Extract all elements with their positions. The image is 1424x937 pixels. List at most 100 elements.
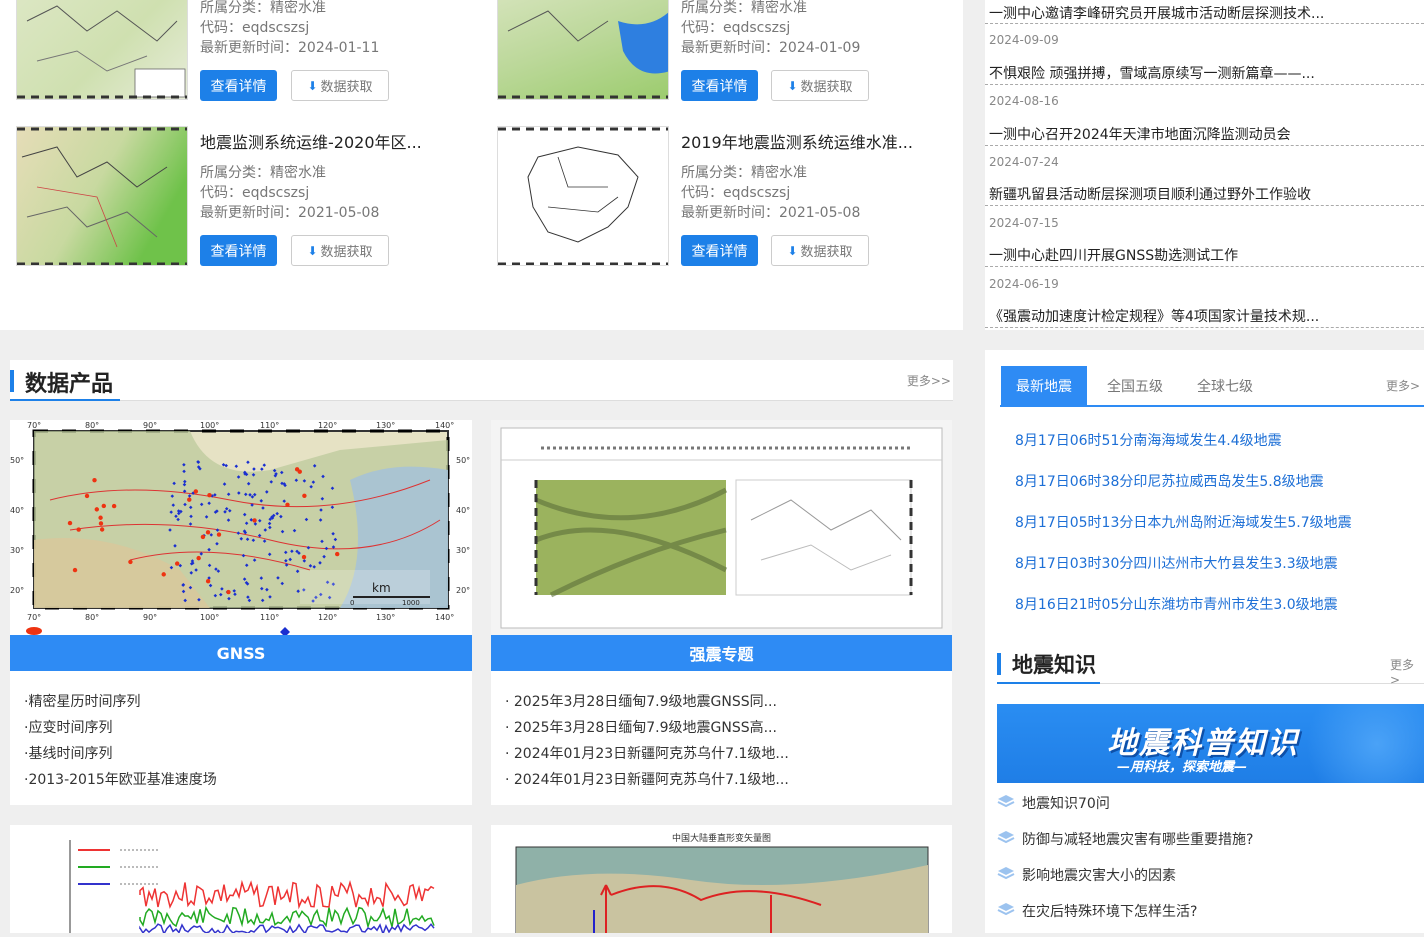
banner-decor: [1297, 704, 1424, 783]
divider: [985, 266, 1424, 267]
dataset-thumbnail[interactable]: [16, 0, 188, 100]
dataset-updated: 最新更新时间：2021-05-08: [200, 205, 380, 221]
news-item[interactable]: 《强震动加速度计检定规程》等4项国家计量技术规...: [989, 306, 1319, 326]
lon-tick: 130°: [376, 613, 395, 622]
lon-tick: 110°: [260, 421, 279, 430]
lon-tick: 80°: [85, 421, 99, 430]
gnss-link[interactable]: ·应变时间序列: [24, 717, 112, 737]
knowledge-item[interactable]: 影响地震灾害大小的因素: [1022, 865, 1176, 885]
knowledge-item[interactable]: 在灾后特殊环境下怎样生活?: [1022, 901, 1197, 921]
dataset-thumbnail[interactable]: [497, 126, 669, 266]
lon-tick: 140°: [435, 613, 454, 622]
gnss-link[interactable]: ·基线时间序列: [24, 743, 112, 763]
dataset-category: 所属分类：精密水准: [681, 0, 807, 16]
strong-quake-link[interactable]: · 2025年3月28日缅甸7.9级地震GNSS同...: [505, 691, 777, 711]
earthquake-panel: 最新地震 全国五级 全球七级 更多> 8月17日06时51分南海海域发生4.4级…: [985, 350, 1424, 933]
data-products-header: 数据产品 更多>>: [10, 360, 953, 401]
download-icon: ⬇: [787, 243, 798, 258]
tab-national-m5[interactable]: 全国五级: [1093, 366, 1177, 405]
lat-tick: 30°: [456, 546, 470, 555]
news-item[interactable]: 一测中心邀请李峰研究员开展城市活动断层探测技术...: [989, 3, 1324, 23]
tab-global-m7[interactable]: 全球七级: [1183, 366, 1267, 405]
dataset-code: 代码：eqdscszsj: [681, 185, 791, 201]
dataset-list: 所属分类：精密水准 代码：eqdscszsj 最新更新时间：2024-01-11…: [0, 0, 963, 330]
lon-tick: 120°: [318, 421, 337, 430]
news-item[interactable]: 一测中心召开2024年天津市地面沉降监测动员会: [989, 124, 1291, 144]
strong-quake-label-bar[interactable]: 强震专题: [491, 635, 952, 671]
section-underline: [10, 399, 120, 401]
map-scale-start: 0: [350, 599, 354, 607]
lon-tick: 120°: [318, 613, 337, 622]
lon-tick: 70°: [27, 421, 41, 430]
lat-tick: 40°: [456, 506, 470, 515]
dataset-thumbnail[interactable]: [497, 0, 669, 100]
dataset-updated: 最新更新时间：2021-05-08: [681, 205, 861, 221]
more-link[interactable]: 更多>: [1390, 656, 1424, 687]
layers-icon: [997, 867, 1015, 880]
time-series-card: [10, 825, 472, 937]
lon-tick: 130°: [376, 421, 395, 430]
dataset-category: 所属分类：精密水准: [200, 165, 326, 181]
lat-tick: 30°: [10, 546, 24, 555]
divider: [985, 145, 1424, 146]
lon-tick: 90°: [143, 613, 157, 622]
earthquake-item[interactable]: 8月17日06时51分南海海域发生4.4级地震: [1015, 430, 1282, 450]
earthquake-item[interactable]: 8月17日03时30分四川达州市大竹县发生3.3级地震: [1015, 553, 1338, 573]
divider: [985, 327, 1424, 328]
lat-tick: 20°: [10, 586, 24, 595]
dataset-category: 所属分类：精密水准: [200, 0, 326, 16]
news-item[interactable]: 一测中心赴四川开展GNSS勘选测试工作: [989, 245, 1238, 265]
data-download-button[interactable]: ⬇ 数据获取: [291, 70, 389, 101]
time-series-image[interactable]: [10, 825, 472, 937]
lat-tick: 50°: [456, 456, 470, 465]
section-title: 数据产品: [25, 372, 114, 397]
more-link[interactable]: 更多>: [1386, 377, 1420, 394]
lat-tick: 40°: [10, 506, 24, 515]
knowledge-item[interactable]: 地震知识70问: [1022, 793, 1110, 813]
news-date: 2024-08-16: [989, 94, 1059, 108]
news-date: 2024-07-24: [989, 155, 1059, 169]
strong-quake-link[interactable]: · 2024年01月23日新疆阿克苏乌什7.1级地...: [505, 769, 789, 789]
strong-quake-link[interactable]: · 2025年3月28日缅甸7.9级地震GNSS高...: [505, 717, 777, 737]
strong-quake-link[interactable]: · 2024年01月23日新疆阿克苏乌什7.1级地...: [505, 743, 789, 763]
lon-tick: 100°: [200, 421, 219, 430]
knowledge-banner[interactable]: 地震科普知识 —用科技，探索地震—: [997, 704, 1424, 783]
gnss-link[interactable]: ·2013-2015年欧亚基准速度场: [24, 769, 217, 789]
view-details-button[interactable]: 查看详情: [681, 235, 758, 266]
section-marker: [10, 370, 14, 392]
data-download-button[interactable]: ⬇ 数据获取: [771, 235, 869, 266]
gnss-link[interactable]: ·精密星历时间序列: [24, 691, 140, 711]
dataset-title[interactable]: 2019年地震监测系统运维水准...: [681, 129, 913, 153]
news-item[interactable]: 新疆巩留县活动断层探测项目顺利通过野外工作验收: [989, 184, 1311, 204]
knowledge-item[interactable]: 防御与减轻地震灾害有哪些重要措施?: [1022, 829, 1253, 849]
news-date: 2024-07-15: [989, 216, 1059, 230]
data-download-button[interactable]: ⬇ 数据获取: [291, 235, 389, 266]
dataset-title[interactable]: 地震监测系统运维-2020年区...: [200, 129, 422, 153]
vector-map-image[interactable]: [491, 825, 952, 933]
earthquake-item[interactable]: 8月16日21时05分山东潍坊市青州市发生3.0级地震: [1015, 594, 1338, 614]
layers-icon: [997, 831, 1015, 844]
earthquake-item[interactable]: 8月17日05时13分日本九州岛附近海域发生5.7级地震: [1015, 512, 1352, 532]
view-details-button[interactable]: 查看详情: [681, 70, 758, 101]
view-details-button[interactable]: 查看详情: [200, 70, 277, 101]
dataset-thumbnail[interactable]: [16, 126, 188, 266]
dataset-code: 代码：eqdscszsj: [200, 185, 310, 201]
lon-tick: 110°: [260, 613, 279, 622]
more-link[interactable]: 更多>>: [907, 372, 951, 389]
lat-tick: 20°: [456, 586, 470, 595]
lon-tick: 100°: [200, 613, 219, 622]
section-underline: [997, 682, 1100, 684]
news-item[interactable]: 不惧艰险 顽强拼搏，雪域高原续写一测新篇章——...: [989, 63, 1315, 83]
gnss-map-image[interactable]: 70° 80° 90° 100° 110° 120° 130° 140° 70°…: [10, 420, 472, 635]
earthquake-item[interactable]: 8月17日06时38分印尼苏拉威西岛发生5.8级地震: [1015, 471, 1324, 491]
dataset-updated: 最新更新时间：2024-01-09: [681, 40, 861, 56]
tab-latest-earthquake[interactable]: 最新地震: [1001, 366, 1087, 405]
tab-bar-underline: [1000, 405, 1424, 407]
lon-tick: 140°: [435, 421, 454, 430]
strong-quake-image[interactable]: [491, 420, 952, 635]
section-marker: [997, 653, 1001, 675]
vector-map-card: 中国大陆垂直形变矢量图: [491, 825, 952, 933]
view-details-button[interactable]: 查看详情: [200, 235, 277, 266]
gnss-label-bar[interactable]: GNSS: [10, 635, 472, 671]
data-download-button[interactable]: ⬇ 数据获取: [771, 70, 869, 101]
